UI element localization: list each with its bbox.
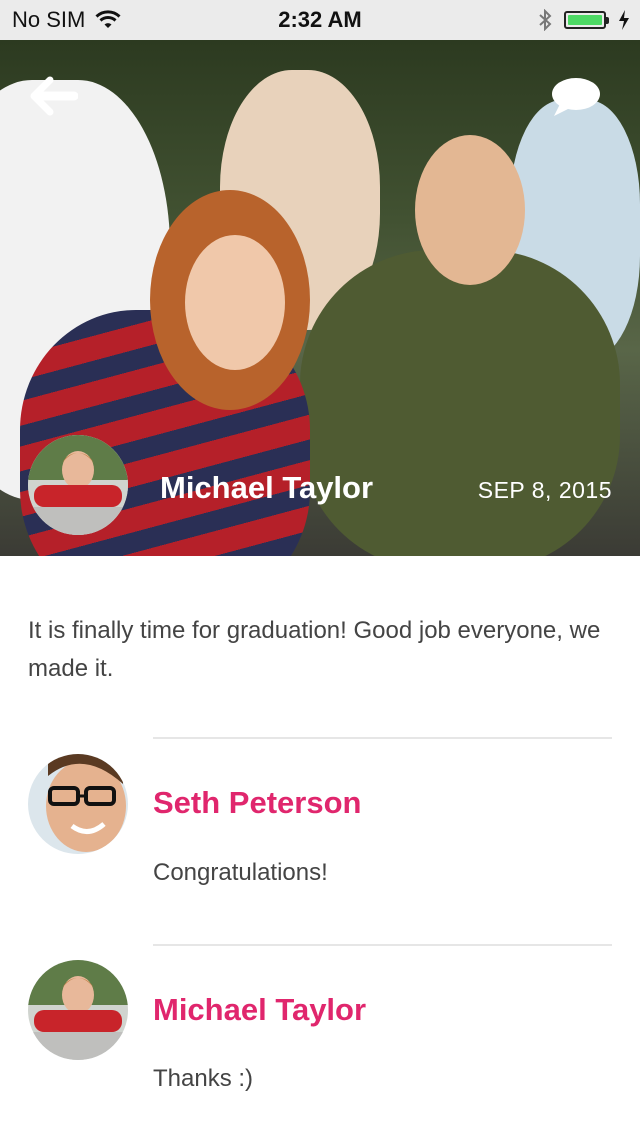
battery-icon: [564, 11, 609, 29]
post-text: It is finally time for graduation! Good …: [28, 617, 601, 682]
post-date: SEP 8, 2015: [477, 477, 612, 503]
comment-avatar[interactable]: [28, 960, 128, 1060]
comment-text: Thanks :): [153, 1065, 254, 1092]
bluetooth-icon: [539, 9, 552, 31]
comment-divider: [153, 944, 612, 946]
photo-man-face: [415, 135, 525, 285]
back-arrow-icon[interactable]: [30, 76, 78, 116]
status-right: [538, 9, 630, 31]
post-author-name[interactable]: Michael Taylor: [160, 470, 373, 506]
comment-avatar[interactable]: [28, 754, 128, 854]
author-avatar-image: [28, 435, 128, 535]
battery-fill: [568, 15, 602, 25]
hero-photo: Michael Taylor SEP 8, 2015: [0, 40, 640, 556]
comment-divider: [153, 737, 612, 739]
comment-author-name[interactable]: Michael Taylor: [153, 992, 366, 1028]
comment-avatar-image: [28, 754, 128, 854]
author-avatar[interactable]: [28, 435, 128, 535]
chat-bubble-icon[interactable]: [550, 76, 602, 120]
comment-author-name[interactable]: Seth Peterson: [153, 785, 361, 821]
comment-avatar-image: [28, 960, 128, 1060]
status-bar: No SIM 2:32 AM: [0, 0, 640, 40]
comment-text: Congratulations!: [153, 859, 328, 886]
photo-man-sweater: [300, 250, 620, 556]
charging-icon: [619, 10, 629, 30]
photo-woman-face: [185, 235, 285, 370]
